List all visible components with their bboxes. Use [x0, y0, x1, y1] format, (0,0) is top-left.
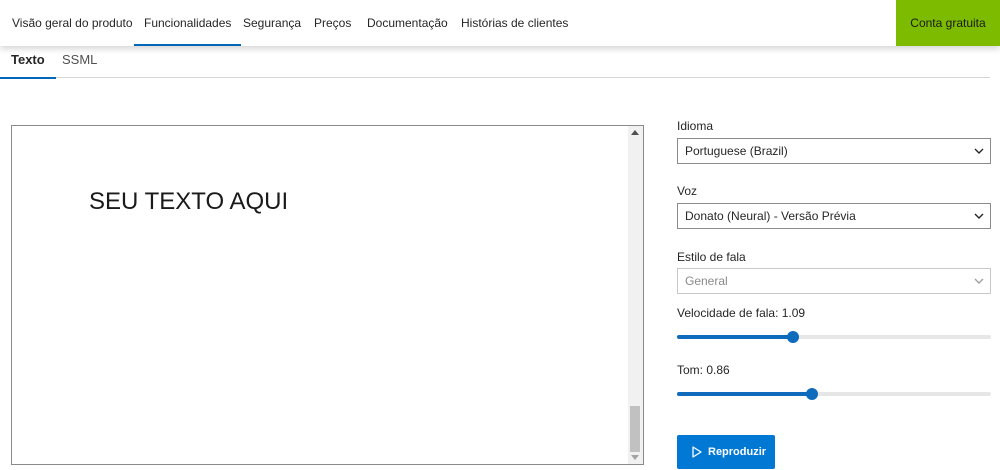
- pitch-label: Tom: 0.86: [677, 363, 730, 377]
- slider-handle[interactable]: [806, 388, 819, 400]
- voice-select[interactable]: Donato (Neural) - Versão Prévia: [677, 203, 991, 229]
- language-select[interactable]: Portuguese (Brazil): [677, 138, 991, 164]
- speaking-style-select[interactable]: General: [677, 268, 991, 294]
- speaking-rate-label: Velocidade de fala: 1.09: [677, 306, 806, 320]
- editor-text[interactable]: SEU TEXTO AQUI: [89, 188, 288, 216]
- nav-item-documentation[interactable]: Documentação: [367, 0, 448, 46]
- top-navigation: Visão geral do produto Funcionalidades S…: [0, 0, 1000, 46]
- slider-fill: [677, 335, 794, 339]
- speaking-style-select-value: General: [685, 274, 728, 288]
- free-account-button[interactable]: Conta gratuita: [896, 0, 1000, 46]
- language-label: Idioma: [677, 119, 714, 133]
- chevron-down-icon: [974, 213, 984, 219]
- play-button[interactable]: Reproduzir: [677, 435, 775, 469]
- voice-select-value: Donato (Neural) - Versão Prévia: [685, 209, 856, 223]
- editor-tabs: Texto SSML: [0, 46, 990, 79]
- slider-fill: [677, 392, 813, 396]
- scroll-up-arrow-icon[interactable]: [631, 130, 639, 135]
- nav-item-features[interactable]: Funcionalidades: [133, 0, 242, 46]
- nav-item-product-overview[interactable]: Visão geral do produto: [12, 0, 133, 46]
- pitch-slider[interactable]: [677, 387, 991, 401]
- nav-item-customer-stories[interactable]: Histórias de clientes: [461, 0, 568, 46]
- voice-label: Voz: [677, 184, 698, 198]
- chevron-down-icon: [974, 278, 984, 284]
- language-select-value: Portuguese (Brazil): [685, 144, 788, 158]
- tab-text[interactable]: Texto: [0, 52, 56, 79]
- slider-handle[interactable]: [787, 331, 800, 343]
- play-icon: [692, 446, 702, 458]
- chevron-down-icon: [974, 148, 984, 154]
- speaking-style-label: Estilo de fala: [677, 250, 746, 264]
- vertical-scrollbar[interactable]: [628, 126, 643, 464]
- speaking-rate-slider[interactable]: [677, 330, 991, 344]
- scrollbar-thumb[interactable]: [630, 406, 640, 452]
- tab-ssml[interactable]: SSML: [62, 52, 97, 67]
- play-button-label: Reproduzir: [708, 446, 767, 458]
- nav-item-pricing[interactable]: Preços: [314, 0, 351, 46]
- nav-item-security[interactable]: Segurança: [243, 0, 301, 46]
- scroll-down-arrow-icon[interactable]: [631, 455, 639, 460]
- text-input-area[interactable]: SEU TEXTO AQUI: [11, 125, 644, 465]
